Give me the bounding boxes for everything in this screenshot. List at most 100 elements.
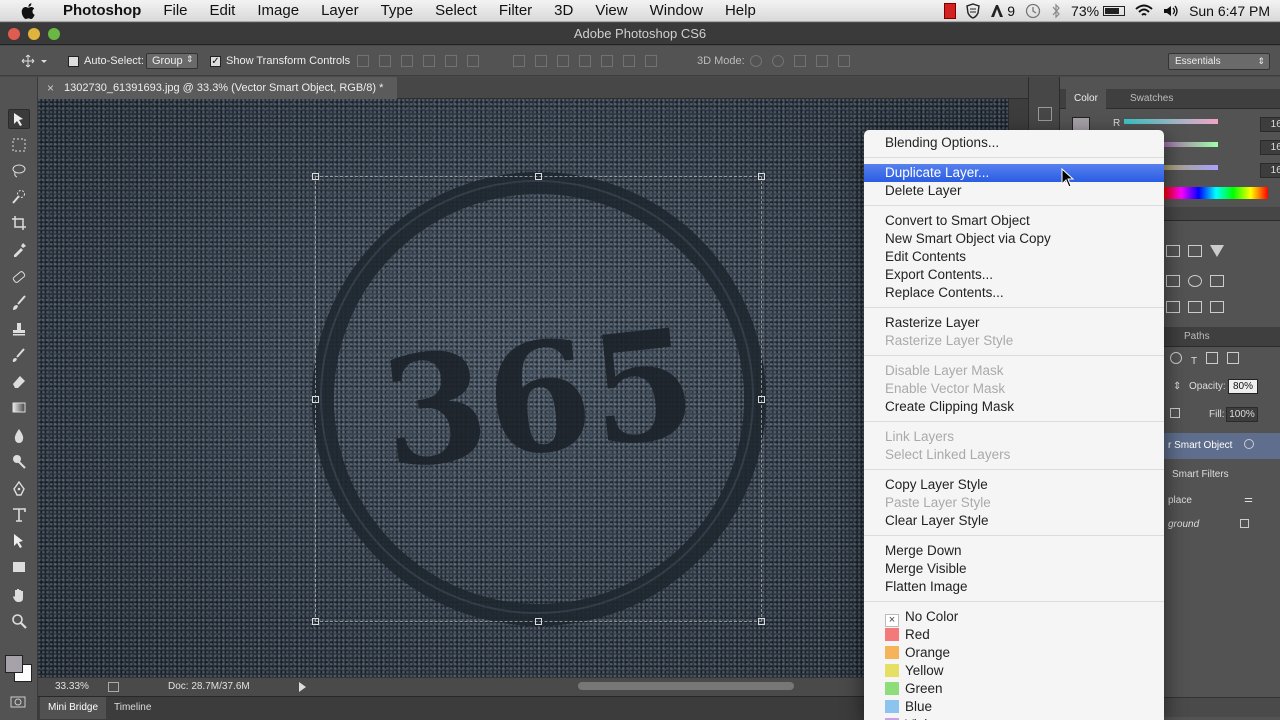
menu-item-copy-layer-style[interactable]: Copy Layer Style (864, 476, 1164, 494)
menu-app-name[interactable]: Photoshop (52, 0, 152, 22)
transform-handle-l[interactable] (312, 396, 319, 403)
filter-type-icon[interactable]: T (1191, 356, 1197, 367)
status-menu-arrow-icon[interactable] (299, 682, 306, 692)
blend-mode-arrows-icon[interactable]: ⇕ (1173, 381, 1181, 392)
menu-item-duplicate-layer[interactable]: Duplicate Layer... (864, 164, 1164, 182)
blur-tool[interactable] (8, 425, 30, 445)
red-slider[interactable] (1124, 119, 1218, 124)
transform-bounding-box[interactable] (312, 173, 765, 625)
move-tool-preset-icon[interactable] (20, 46, 48, 76)
lasso-tool[interactable] (8, 161, 30, 181)
transform-handle-br[interactable] (758, 618, 765, 625)
menu-item-rasterize-layer[interactable]: Rasterize Layer (864, 314, 1164, 332)
menu-window[interactable]: Window (639, 0, 714, 22)
tab-color[interactable]: Color (1066, 89, 1106, 109)
menu-item-edit-contents[interactable]: Edit Contents (864, 248, 1164, 266)
menu-3d[interactable]: 3D (543, 0, 584, 22)
distribute-top-icon[interactable] (513, 55, 525, 67)
pen-tool[interactable] (8, 479, 30, 499)
align-vcenter-icon[interactable] (379, 55, 391, 67)
document-tab[interactable]: × 1302730_61391693.jpg @ 33.3% (Vector S… (38, 77, 398, 99)
zoom-window-button[interactable] (48, 28, 60, 40)
menu-item-color-red[interactable]: Red (864, 626, 1164, 644)
align-hcenter-icon[interactable] (445, 55, 457, 67)
history-panel-icon[interactable] (1038, 107, 1052, 121)
menu-item-clear-layer-style[interactable]: Clear Layer Style (864, 512, 1164, 530)
menu-help[interactable]: Help (714, 0, 767, 22)
fx-visibility-icon[interactable] (1244, 439, 1254, 449)
gradient-map-icon[interactable] (1210, 245, 1224, 257)
3d-slide-icon[interactable] (816, 55, 828, 67)
menu-edit[interactable]: Edit (199, 0, 247, 22)
layer-row-background[interactable]: ground (1164, 513, 1280, 537)
path-selection-tool[interactable] (8, 531, 30, 551)
3d-pan-icon[interactable] (794, 55, 806, 67)
transform-handle-b[interactable] (535, 618, 542, 625)
curves-icon[interactable] (1188, 245, 1202, 257)
marquee-tool[interactable] (8, 135, 30, 155)
menu-item-color-blue[interactable]: Blue (864, 698, 1164, 716)
apple-menu-icon[interactable] (18, 2, 38, 19)
green-value[interactable]: 162 (1260, 140, 1280, 155)
menu-item-color-yellow[interactable]: Yellow (864, 662, 1164, 680)
eyedropper-tool[interactable] (8, 239, 30, 259)
close-window-button[interactable] (8, 28, 20, 40)
threshold-icon[interactable] (1188, 301, 1202, 313)
tab-swatches[interactable]: Swatches (1122, 89, 1181, 109)
red-value[interactable]: 167 (1260, 117, 1280, 132)
menu-image[interactable]: Image (246, 0, 310, 22)
red-flag-icon[interactable] (944, 3, 957, 19)
align-bottom-icon[interactable] (401, 55, 413, 67)
filter-adjustment-icon[interactable] (1170, 352, 1182, 364)
document-canvas[interactable]: 365 (38, 99, 1008, 677)
channel-mixer-icon[interactable] (1188, 275, 1202, 287)
shield-icon[interactable] (966, 3, 981, 19)
transform-handle-r[interactable] (758, 396, 765, 403)
transform-handle-tr[interactable] (758, 173, 765, 180)
auto-select-checkbox[interactable] (68, 55, 79, 67)
zoom-tool[interactable] (8, 611, 30, 631)
tab-paths[interactable]: Paths (1176, 327, 1218, 347)
menu-layer[interactable]: Layer (310, 0, 370, 22)
volume-icon[interactable] (1163, 4, 1179, 18)
auto-select-dropdown[interactable]: Group (146, 53, 198, 69)
align-left-icon[interactable] (423, 55, 435, 67)
smart-filters-row[interactable]: Smart Filters (1164, 463, 1280, 487)
levels-icon[interactable] (1166, 245, 1180, 257)
type-tool[interactable] (8, 505, 30, 525)
menu-item-color-no-color[interactable]: × No Color (864, 608, 1164, 627)
lock-icon[interactable] (1170, 408, 1180, 418)
color-balance-icon[interactable] (1166, 275, 1180, 287)
transform-handle-bl[interactable] (312, 618, 319, 625)
wifi-icon[interactable] (1135, 4, 1153, 18)
menu-item-merge-down[interactable]: Merge Down (864, 542, 1164, 560)
filter-row[interactable]: place ⚌ (1164, 489, 1280, 513)
battery-status[interactable]: 73% (1071, 0, 1126, 22)
distribute-right-icon[interactable] (623, 55, 635, 67)
crop-tool[interactable] (8, 213, 30, 233)
tab-mini-bridge[interactable]: Mini Bridge (40, 697, 107, 719)
opacity-input[interactable]: 80% (1228, 379, 1258, 394)
filter-smart-object-icon[interactable] (1227, 352, 1240, 364)
minimize-window-button[interactable] (28, 28, 40, 40)
menu-file[interactable]: File (152, 0, 198, 22)
adobe-updates-status[interactable]: 9 (990, 0, 1015, 22)
menu-item-blending-options[interactable]: Blending Options... (864, 134, 1164, 152)
distribute-left-icon[interactable] (579, 55, 591, 67)
brush-tool[interactable] (8, 293, 30, 313)
history-brush-tool[interactable] (8, 345, 30, 365)
dodge-tool[interactable] (8, 451, 30, 471)
lookup-icon[interactable] (1210, 275, 1224, 287)
hand-tool[interactable] (8, 585, 30, 605)
filter-options-icon[interactable]: ⚌ (1244, 494, 1253, 505)
distribute-hcenter-icon[interactable] (601, 55, 613, 67)
filter-shape-icon[interactable] (1206, 352, 1219, 364)
menu-item-merge-visible[interactable]: Merge Visible (864, 560, 1164, 578)
time-machine-icon[interactable] (1025, 3, 1041, 19)
menu-item-color-orange[interactable]: Orange (864, 644, 1164, 662)
zoom-level[interactable]: 33.33% (55, 678, 89, 696)
tab-timeline[interactable]: Timeline (106, 697, 159, 719)
menu-item-delete-layer[interactable]: Delete Layer (864, 182, 1164, 200)
3d-rotate-icon[interactable] (750, 55, 762, 67)
move-tool[interactable] (8, 109, 30, 129)
